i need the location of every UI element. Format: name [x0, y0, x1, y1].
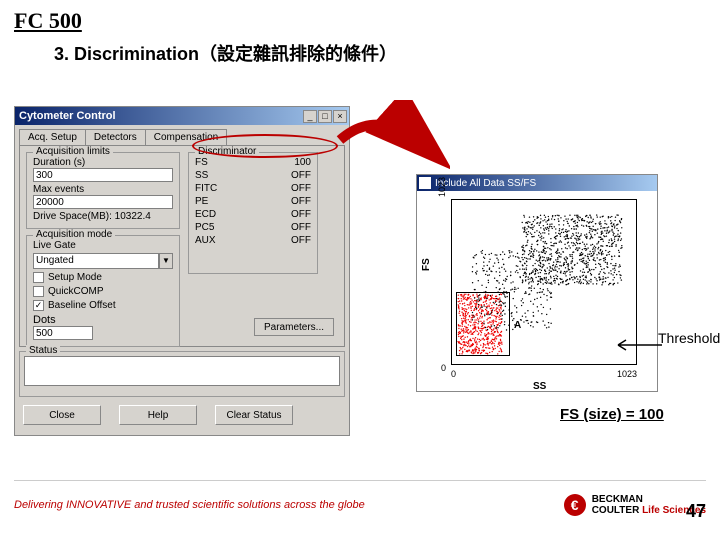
tab-acq-setup[interactable]: Acq. Setup — [19, 129, 86, 145]
y-tick-min: 0 — [441, 363, 446, 373]
x-tick-min: 0 — [451, 369, 456, 379]
baseline-label: Baseline Offset — [48, 300, 116, 311]
page-number: 47 — [686, 501, 706, 522]
curved-arrow-icon — [330, 100, 450, 180]
x-axis-label: SS — [533, 381, 546, 392]
footer-logo: € BECKMAN COULTER Life Sciences — [564, 494, 706, 516]
plot-area: FS 1023 0 A 0 1023 SS — [417, 191, 657, 391]
titlebar: Cytometer Control _ □ × — [15, 107, 349, 125]
help-button[interactable]: Help — [119, 405, 197, 425]
footer-tagline: Delivering INNOVATIVE and trusted scient… — [14, 499, 365, 511]
disc-row-aux[interactable]: AUXOFF — [195, 235, 311, 248]
disc-row-ss[interactable]: SSOFF — [195, 170, 311, 183]
disc-row-fs[interactable]: FS100 — [195, 157, 311, 170]
cytometer-control-window: Cytometer Control _ □ × Acq. Setup Detec… — [14, 106, 350, 436]
scatter-plot-window: Include All Data SS/FS FS 1023 0 A 0 102… — [416, 174, 658, 392]
duration-input[interactable] — [33, 168, 173, 182]
close-dialog-button[interactable]: Close — [23, 405, 101, 425]
scatter-window-icon — [419, 177, 431, 189]
threshold-arrow-icon — [614, 338, 664, 352]
dots-input[interactable] — [33, 326, 93, 340]
clear-status-button[interactable]: Clear Status — [215, 405, 293, 425]
scatter-title: Include All Data SS/FS — [435, 178, 536, 189]
slide-heading: 3. Discrimination（設定雜訊排除的條件） — [54, 40, 397, 66]
tab-compensation[interactable]: Compensation — [145, 129, 227, 145]
maxevents-input[interactable] — [33, 195, 173, 209]
acq-limits-title: Acquisition limits — [33, 146, 113, 157]
livegate-value: Ungated — [33, 253, 159, 269]
chevron-down-icon[interactable]: ▼ — [159, 253, 173, 269]
discriminator-group: Discriminator FS100 SSOFF FITCOFF PEOFF … — [188, 152, 318, 274]
disc-row-ecd[interactable]: ECDOFF — [195, 209, 311, 222]
acq-limits-group: Acquisition limits Duration (s) Max even… — [26, 152, 180, 229]
fs-equation: FS (size) = 100 — [560, 406, 664, 423]
drivespace-text: Drive Space(MB): 10322.4 — [33, 211, 173, 222]
disc-row-pc5[interactable]: PC5OFF — [195, 222, 311, 235]
disc-row-fitc[interactable]: FITCOFF — [195, 183, 311, 196]
quickcomp-checkbox[interactable]: QuickCOMP — [33, 286, 173, 297]
bottom-button-row: Close Help Clear Status — [15, 401, 349, 429]
parameters-button[interactable]: Parameters... — [254, 318, 334, 336]
status-box — [24, 356, 340, 386]
scatter-plot[interactable]: A — [451, 199, 637, 365]
footer: Delivering INNOVATIVE and trusted scient… — [14, 480, 706, 522]
titlebar-text: Cytometer Control — [19, 107, 116, 125]
discriminator-table: FS100 SSOFF FITCOFF PEOFF ECDOFF PC5OFF … — [195, 157, 311, 248]
livegate-select[interactable]: Ungated ▼ — [33, 253, 173, 269]
x-tick-max: 1023 — [617, 369, 637, 379]
y-axis-label: FS — [421, 258, 432, 271]
discriminator-title: Discriminator — [195, 146, 259, 157]
y-tick-max: 1023 — [437, 177, 447, 197]
status-group: Status — [19, 351, 345, 397]
gate-rectangle[interactable] — [456, 292, 510, 356]
scatter-titlebar: Include All Data SS/FS — [417, 175, 657, 191]
dots-label: Dots — [33, 314, 173, 326]
slide-title: FC 500 — [14, 8, 82, 34]
maxevents-label: Max events — [33, 184, 173, 195]
status-title: Status — [26, 345, 60, 356]
livegate-label: Live Gate — [33, 240, 173, 251]
minimize-button[interactable]: _ — [303, 110, 317, 123]
acq-mode-title: Acquisition mode — [33, 229, 115, 240]
acq-mode-group: Acquisition mode Live Gate Ungated ▼ Set… — [26, 235, 180, 347]
baseline-checkbox[interactable]: ✓Baseline Offset — [33, 300, 173, 311]
disc-row-pe[interactable]: PEOFF — [195, 196, 311, 209]
logo-icon: € — [564, 494, 586, 516]
gate-label: A — [514, 320, 521, 331]
tab-detectors[interactable]: Detectors — [85, 129, 146, 145]
quickcomp-label: QuickCOMP — [48, 286, 104, 297]
duration-label: Duration (s) — [33, 157, 173, 168]
setup-mode-checkbox[interactable]: Setup Mode — [33, 272, 173, 283]
tab-panel: Acquisition limits Duration (s) Max even… — [19, 145, 345, 347]
setup-mode-label: Setup Mode — [48, 272, 102, 283]
threshold-annotation: Threshold — [658, 330, 720, 346]
tab-strip: Acq. Setup Detectors Compensation — [19, 129, 345, 145]
